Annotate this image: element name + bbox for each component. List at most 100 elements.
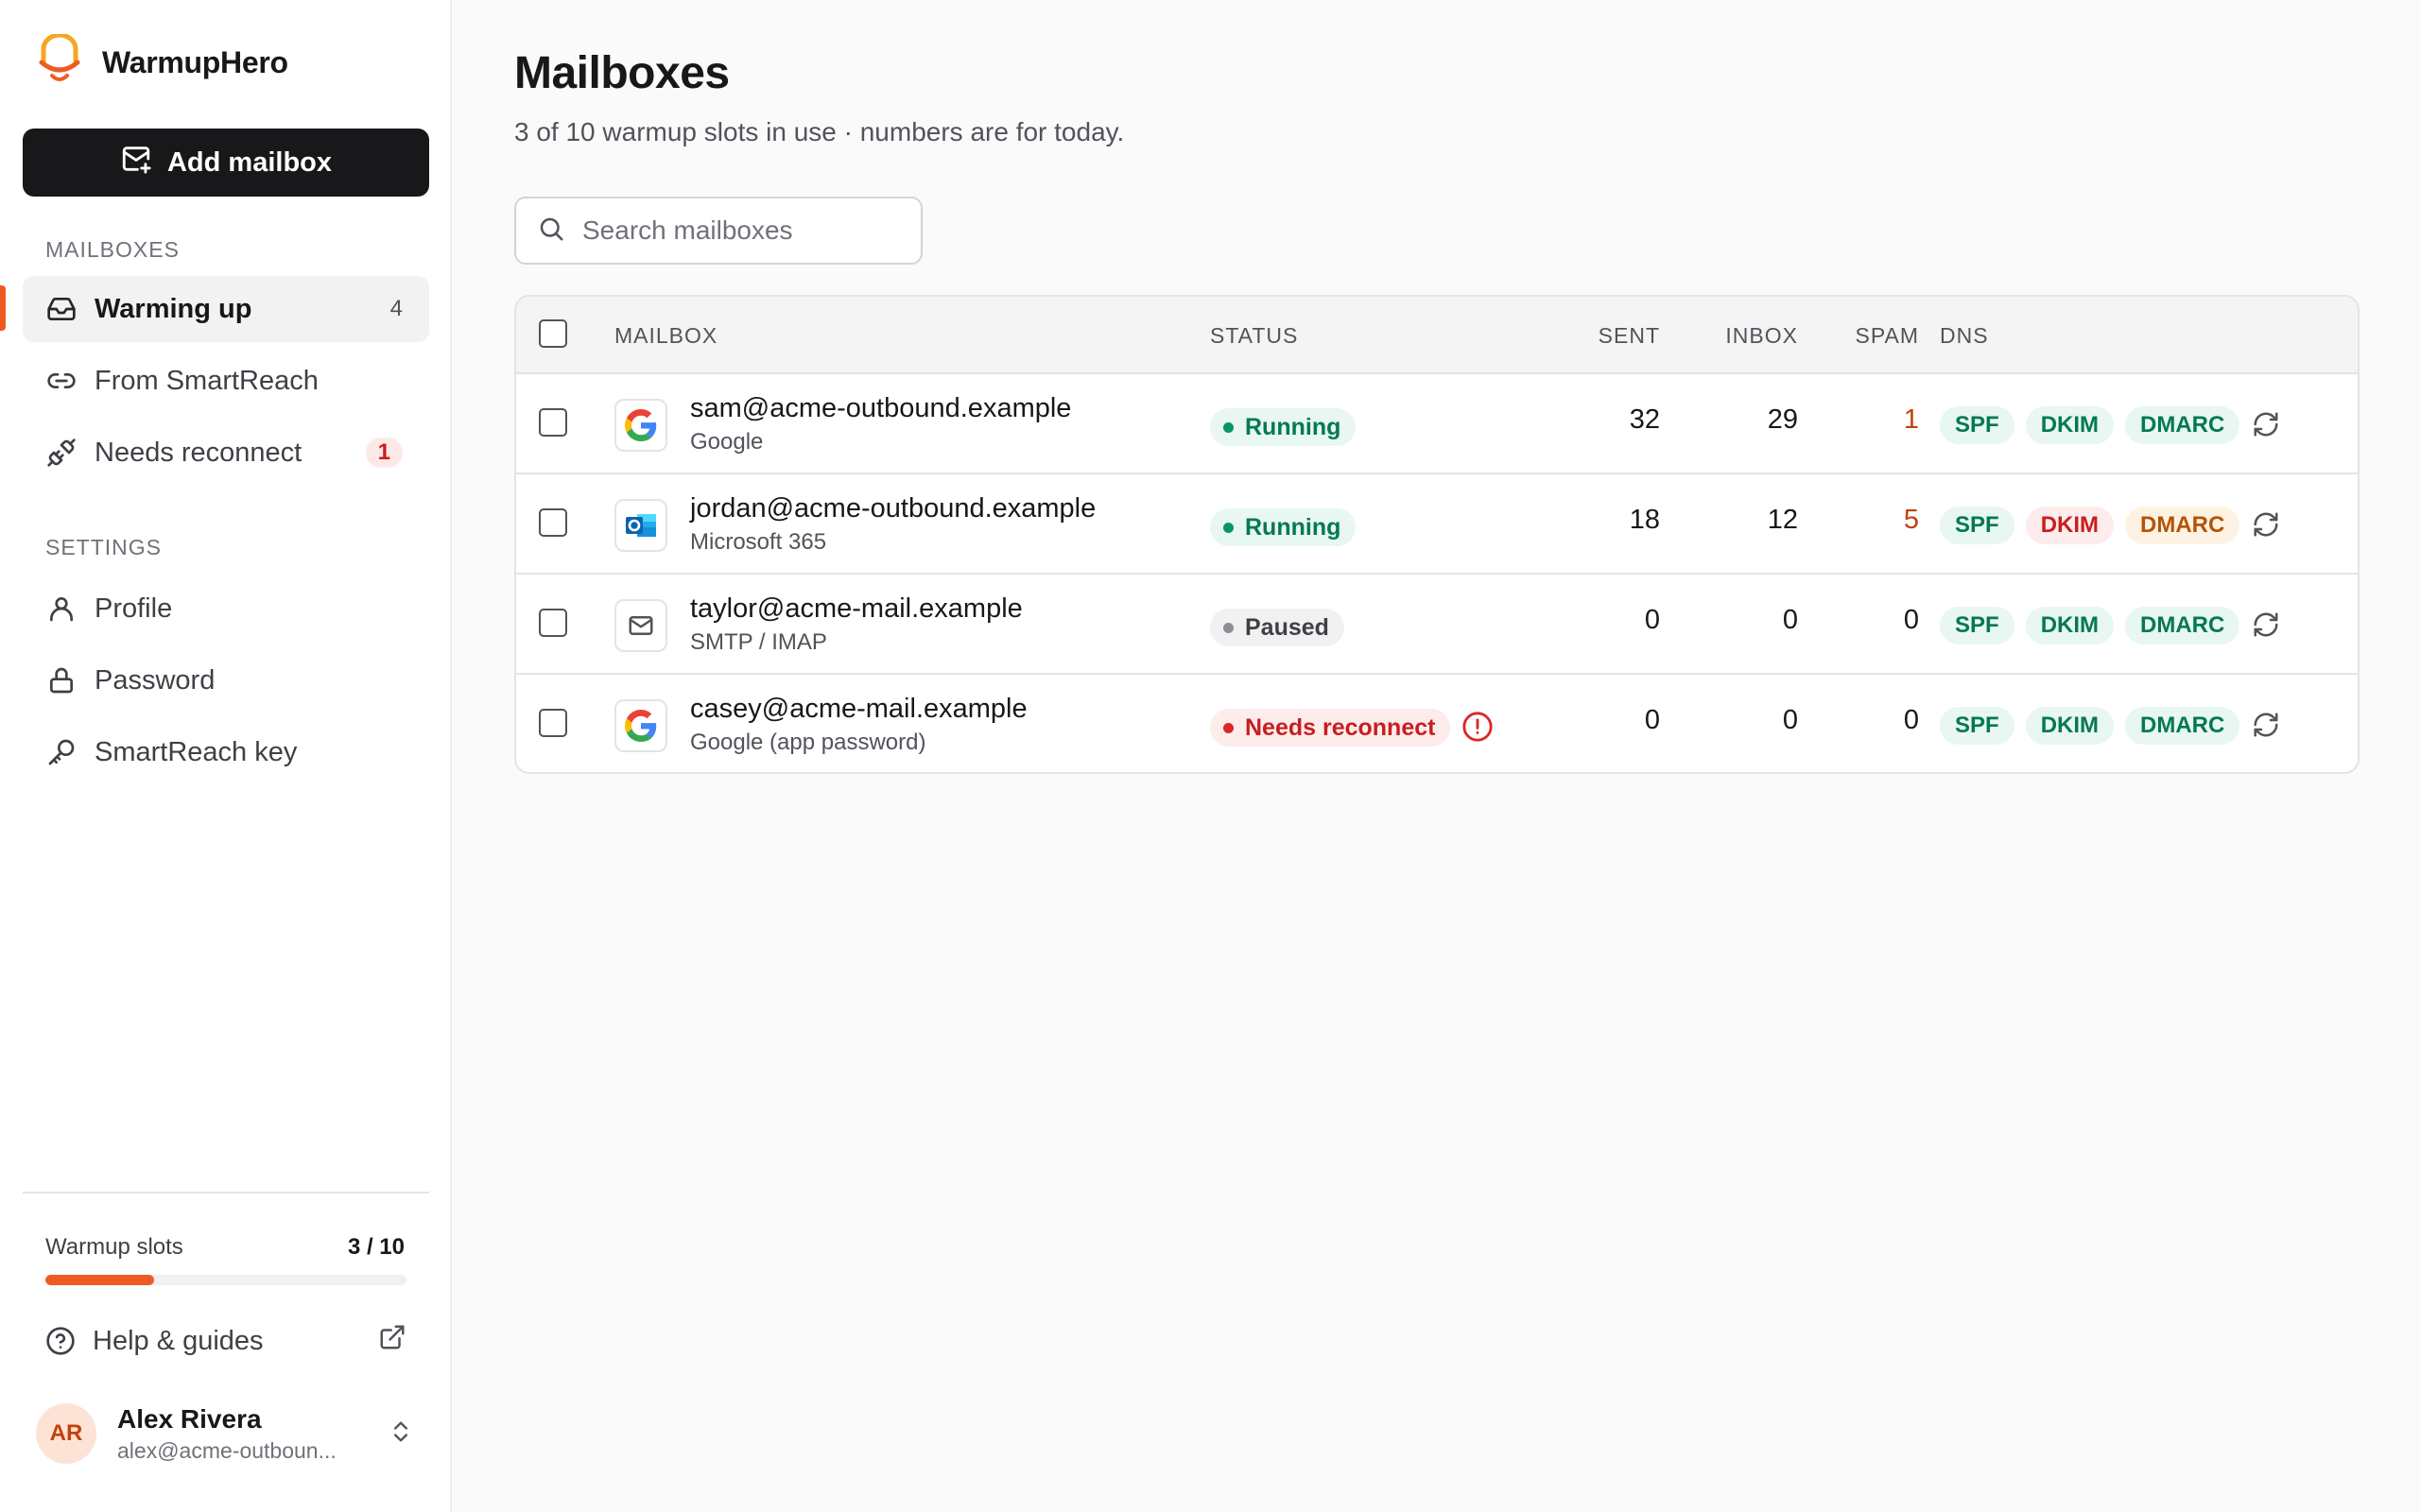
column-header-status[interactable]: STATUS [1210, 323, 1298, 349]
user-email: alex@acme-outboun... [117, 1437, 337, 1463]
status-label: Needs reconnect [1245, 713, 1436, 741]
dkim-chip: DKIM [2025, 707, 2115, 745]
status-label: Paused [1245, 613, 1329, 641]
spam-count: 1 [1903, 404, 1919, 435]
table-header: MAILBOX STATUS SENT INBOX SPAM DNS [516, 297, 2358, 374]
column-header-sent[interactable]: SENT [1575, 323, 1660, 349]
user-menu[interactable]: AR Alex Rivera alex@acme-outboun... [36, 1400, 414, 1467]
dmarc-chip: DMARC [2125, 707, 2240, 745]
mailbox-provider: SMTP / IMAP [690, 629, 827, 655]
sidebar-item-needs-reconnect[interactable]: Needs reconnect 1 [23, 420, 429, 486]
sidebar: WarmupHero Add mailbox MAILBOXES Warming… [0, 0, 452, 1512]
key-icon [45, 736, 78, 768]
search-icon [537, 215, 565, 248]
spf-chip: SPF [1940, 507, 2014, 544]
row-checkbox[interactable] [539, 508, 567, 537]
add-mailbox-button[interactable]: Add mailbox [23, 129, 429, 197]
brand[interactable]: WarmupHero [36, 32, 288, 92]
dmarc-chip: DMARC [2125, 507, 2240, 544]
help-guides-link[interactable]: Help & guides [45, 1319, 406, 1363]
warmup-slots-progress-fill [45, 1275, 154, 1285]
lock-icon [45, 664, 78, 696]
sent-count: 32 [1629, 404, 1660, 435]
mailbox-email[interactable]: casey@acme-mail.example [690, 694, 1028, 725]
sidebar-item-password[interactable]: Password [23, 647, 429, 713]
add-mailbox-label: Add mailbox [166, 146, 332, 178]
count-badge: 4 [389, 296, 403, 321]
dmarc-chip: DMARC [2125, 607, 2240, 644]
status-dot [1223, 522, 1234, 533]
chevron-up-down-icon [388, 1418, 414, 1450]
mailbox-email[interactable]: jordan@acme-outbound.example [690, 493, 1096, 524]
sent-count: 18 [1629, 505, 1660, 535]
mailbox-email[interactable]: sam@acme-outbound.example [690, 393, 1071, 424]
mail-icon [614, 599, 667, 652]
mailbox-provider: Microsoft 365 [690, 529, 827, 555]
brand-name: WarmupHero [102, 45, 288, 79]
inbox-count: 0 [1782, 705, 1798, 735]
spam-count: 0 [1903, 605, 1919, 635]
sent-count: 0 [1644, 605, 1660, 635]
search-input[interactable] [582, 215, 904, 246]
dkim-chip: DKIM [2025, 406, 2115, 444]
row-checkbox[interactable] [539, 408, 567, 437]
table-row[interactable]: jordan@acme-outbound.example Microsoft 3… [516, 474, 2358, 575]
table-row[interactable]: casey@acme-mail.example Google (app pass… [516, 675, 2358, 772]
settings-section-label: SETTINGS [45, 535, 163, 559]
count-badge: 1 [365, 438, 403, 468]
column-header-spam[interactable]: SPAM [1824, 323, 1919, 349]
sidebar-divider [23, 1192, 429, 1194]
dns-checks: SPF DKIM DMARC [1940, 507, 2240, 544]
alert-circle-icon[interactable] [1461, 711, 1494, 743]
warmup-slots-progress [45, 1275, 406, 1285]
page-title: Mailboxes [514, 48, 730, 98]
table-row[interactable]: taylor@acme-mail.example SMTP / IMAP Pau… [516, 575, 2358, 675]
user-icon [45, 593, 78, 625]
status-dot [1223, 622, 1234, 633]
refresh-icon[interactable] [2252, 510, 2280, 539]
external-link-icon [378, 1323, 406, 1359]
status-badge: Running [1210, 508, 1357, 546]
dns-checks: SPF DKIM DMARC [1940, 406, 2240, 444]
mail-plus-icon [120, 143, 152, 182]
help-circle-icon [45, 1326, 76, 1356]
row-checkbox[interactable] [539, 709, 567, 737]
page-subtitle: 3 of 10 warmup slots in use · numbers ar… [514, 117, 1125, 146]
help-guides-label: Help & guides [93, 1325, 264, 1356]
dkim-chip: DKIM [2025, 507, 2115, 544]
warmup-slots-value: 3 / 10 [347, 1234, 405, 1260]
sidebar-item-label: Needs reconnect [95, 437, 302, 468]
sidebar-item-warming-up[interactable]: Warming up 4 [23, 276, 429, 342]
column-header-inbox[interactable]: INBOX [1703, 323, 1798, 349]
plug-icon [45, 437, 78, 469]
status-dot [1223, 421, 1234, 433]
column-header-dns: DNS [1940, 323, 1989, 348]
active-indicator [0, 285, 6, 331]
inbox-icon [45, 293, 78, 325]
dkim-chip: DKIM [2025, 607, 2115, 644]
sent-count: 0 [1644, 705, 1660, 735]
column-header-mailbox[interactable]: MAILBOX [614, 323, 717, 349]
spf-chip: SPF [1940, 607, 2014, 644]
sidebar-item-profile[interactable]: Profile [23, 576, 429, 642]
table-row[interactable]: sam@acme-outbound.example Google Running… [516, 374, 2358, 474]
spf-chip: SPF [1940, 707, 2014, 745]
refresh-icon[interactable] [2252, 410, 2280, 438]
search-box[interactable] [514, 197, 923, 265]
sidebar-item-label: Profile [95, 593, 173, 624]
refresh-icon[interactable] [2252, 610, 2280, 639]
spam-count: 0 [1903, 705, 1919, 735]
row-checkbox[interactable] [539, 609, 567, 637]
refresh-icon[interactable] [2252, 711, 2280, 739]
select-all-checkbox[interactable] [539, 319, 567, 348]
mailbox-provider: Google (app password) [690, 730, 926, 755]
inbox-count: 0 [1782, 605, 1798, 635]
status-badge: Running [1210, 408, 1357, 446]
dns-checks: SPF DKIM DMARC [1940, 707, 2240, 745]
mailbox-email[interactable]: taylor@acme-mail.example [690, 593, 1023, 625]
status-badge: Needs reconnect [1210, 709, 1451, 747]
sidebar-item-smartreach-key[interactable]: SmartReach key [23, 719, 429, 785]
status-badge: Paused [1210, 609, 1344, 646]
link-icon [45, 365, 78, 397]
sidebar-item-from-smartreach[interactable]: From SmartReach [23, 348, 429, 414]
